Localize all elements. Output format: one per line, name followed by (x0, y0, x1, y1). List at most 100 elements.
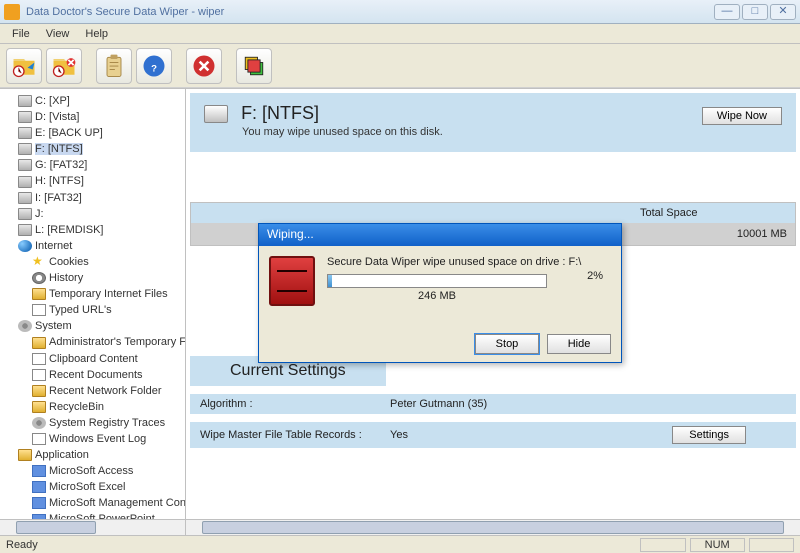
folder-clock-x-icon (50, 52, 78, 80)
tree-item-label: Cookies (49, 256, 89, 268)
tree-item[interactable]: D: [Vista] (18, 109, 185, 125)
clock-icon (32, 272, 46, 284)
statusbar: Ready NUM (0, 535, 800, 553)
menubar: File View Help (0, 24, 800, 44)
menu-view[interactable]: View (38, 26, 78, 42)
drive-icon (18, 192, 32, 204)
tree-item-label: System Registry Traces (49, 417, 165, 429)
tree-h-scrollbar[interactable] (0, 519, 185, 535)
drive-icon (18, 159, 32, 171)
folder-icon (32, 385, 46, 397)
dialog-title[interactable]: Wiping... (259, 224, 621, 246)
app-icon (32, 497, 46, 509)
stop-x-icon (190, 52, 218, 80)
tree-item-label: I: [FAT32] (35, 192, 82, 204)
menu-help[interactable]: Help (77, 26, 116, 42)
tree-item-label: F: [NTFS] (35, 143, 83, 155)
tree-item[interactable]: History (32, 270, 185, 286)
stop-button[interactable]: Stop (475, 334, 539, 354)
tree-item[interactable]: MicroSoft Management Con (32, 495, 185, 511)
folder-icon (32, 337, 46, 349)
tree-item-label: Temporary Internet Files (49, 288, 168, 300)
drive-icon (18, 208, 32, 220)
settings-row-algo: Algorithm : Peter Gutmann (35) (190, 394, 796, 414)
tree-item[interactable]: G: [FAT32] (18, 157, 185, 173)
tree-item[interactable]: Windows Event Log (32, 431, 185, 447)
cell-total-space: 10001 MB (640, 228, 787, 240)
tree-item[interactable]: Temporary Internet Files (32, 286, 185, 302)
tree-item-label: E: [BACK UP] (35, 127, 103, 139)
tree-item[interactable]: L: [REMDISK] (18, 222, 185, 238)
doc-icon (32, 433, 46, 445)
drive-subtitle: You may wipe unused space on this disk. (242, 126, 782, 138)
gear-icon (18, 320, 32, 332)
globe-icon (18, 240, 32, 252)
tree-item[interactable]: J: (18, 206, 185, 222)
scrollbar-thumb[interactable] (202, 521, 784, 534)
tree-item[interactable]: MicroSoft Access (32, 463, 185, 479)
mft-label: Wipe Master File Table Records : (200, 429, 390, 441)
tree-item-label: J: (35, 208, 44, 220)
tree-item-label: Clipboard Content (49, 353, 138, 365)
app-icon (4, 4, 20, 20)
windows-icon (240, 52, 268, 80)
toolbar-btn-help[interactable]: ? (136, 48, 172, 84)
tree-item[interactable]: ★Cookies (32, 254, 185, 270)
drive-icon (204, 105, 228, 123)
algo-value: Peter Gutmann (35) (390, 398, 570, 410)
tree-item[interactable]: RecycleBin (32, 399, 185, 415)
toolbar-btn-stop[interactable] (186, 48, 222, 84)
doc-icon (32, 369, 46, 381)
doc-icon (32, 353, 46, 365)
tree-item[interactable]: Clipboard Content (32, 351, 185, 367)
tree-item-label: RecycleBin (49, 401, 104, 413)
hide-button[interactable]: Hide (547, 334, 611, 354)
star-icon: ★ (32, 256, 46, 268)
tree-item[interactable]: SystemAdministrator's Temporary FClipboa… (18, 318, 185, 447)
drive-header: F: [NTFS] You may wipe unused space on t… (190, 93, 796, 152)
status-cell-empty2 (749, 538, 794, 552)
tree-item[interactable]: Recent Documents (32, 367, 185, 383)
toolbar-btn-2[interactable] (46, 48, 82, 84)
main-h-scrollbar[interactable] (186, 519, 800, 535)
tree-root[interactable]: C: [XP] D: [Vista] E: [BACK UP] F: [NTFS] G:… (4, 93, 185, 535)
scrollbar-thumb[interactable] (16, 521, 96, 534)
tree-item[interactable]: System Registry Traces (32, 415, 185, 431)
wiper-chip-icon (269, 256, 315, 306)
drive-icon (18, 95, 32, 107)
tree-item[interactable]: C: [XP] (18, 93, 185, 109)
tree-item[interactable]: Typed URL's (32, 302, 185, 318)
tree-item[interactable]: Administrator's Temporary F (32, 334, 185, 350)
wipe-now-button[interactable]: Wipe Now (702, 107, 782, 125)
wiping-dialog: Wiping... Secure Data Wiper wipe unused … (258, 223, 622, 363)
window-title: Data Doctor's Secure Data Wiper - wiper (26, 6, 714, 18)
tree-item[interactable]: Internet ★Cookies History Temporary Interne… (18, 238, 185, 318)
tree-item-label: Recent Documents (49, 369, 143, 381)
toolbar-btn-windows[interactable] (236, 48, 272, 84)
table-header: Total Space (191, 203, 795, 223)
settings-row-mft: Wipe Master File Table Records : Yes Set… (190, 422, 796, 448)
menu-file[interactable]: File (4, 26, 38, 42)
close-button[interactable]: ✕ (770, 4, 796, 20)
tree-item-label: C: [XP] (35, 95, 70, 107)
tree-item[interactable]: E: [BACK UP] (18, 125, 185, 141)
tree-item[interactable]: I: [FAT32] (18, 190, 185, 206)
drive-icon (18, 143, 32, 155)
toolbar-btn-clipboard[interactable] (96, 48, 132, 84)
drive-title: F: [NTFS] (241, 103, 319, 124)
tree-item[interactable]: H: [NTFS] (18, 173, 185, 189)
folder-icon (18, 449, 32, 461)
tree-item-label: Internet (35, 240, 72, 252)
maximize-button[interactable]: □ (742, 4, 768, 20)
settings-button[interactable]: Settings (672, 426, 746, 444)
tree-item[interactable]: MicroSoft Excel (32, 479, 185, 495)
tree-item-label: MicroSoft Management Con (49, 497, 186, 509)
minimize-button[interactable]: — (714, 4, 740, 20)
tree-item[interactable]: F: [NTFS] (18, 141, 185, 157)
progress-bar (327, 274, 547, 288)
toolbar-btn-1[interactable] (6, 48, 42, 84)
tree-item-label: History (49, 272, 83, 284)
tree-item[interactable]: Recent Network Folder (32, 383, 185, 399)
app-icon (32, 481, 46, 493)
tree-item-label: H: [NTFS] (35, 176, 84, 188)
